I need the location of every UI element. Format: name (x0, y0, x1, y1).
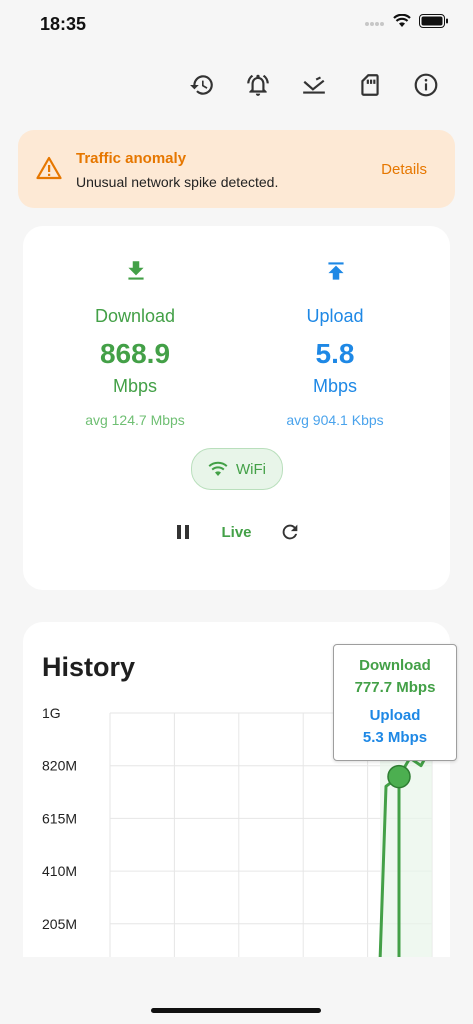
alert-message: Unusual network spike detected. (76, 174, 279, 190)
status-time: 18:35 (40, 14, 87, 34)
chart-tooltip: Download 777.7 Mbps Upload 5.3 Mbps (333, 644, 457, 761)
tooltip-upload-label: Upload (369, 707, 421, 724)
wifi-icon (208, 461, 228, 476)
upload-average: avg 904.1 Kbps (286, 412, 384, 428)
download-arrow-icon (123, 258, 149, 289)
alert-details-button[interactable]: Details (381, 161, 427, 178)
alert-title: Traffic anomaly (76, 150, 187, 167)
tooltip-download-value: 777.7 Mbps (354, 679, 436, 696)
download-unit: Mbps (112, 376, 157, 396)
pause-button[interactable] (171, 520, 195, 544)
refresh-icon (282, 524, 297, 540)
wifi-status-icon (393, 14, 411, 27)
y-tick-label: 615M (42, 810, 77, 826)
live-controls: Live (23, 520, 450, 544)
anomaly-alert-banner: Traffic anomaly Unusual network spike de… (18, 130, 455, 208)
download-average: avg 124.7 Mbps (85, 412, 185, 428)
status-icons (365, 14, 449, 28)
speed-card: Download 868.9 Mbps avg 124.7 Mbps Uploa… (23, 226, 450, 590)
refresh-button[interactable] (278, 520, 302, 544)
y-tick-label: 410M (42, 863, 77, 879)
connection-chip[interactable]: WiFi (191, 448, 283, 490)
selected-data-point (387, 764, 411, 789)
info-icon[interactable] (411, 70, 441, 100)
y-tick-label: 1G (42, 705, 61, 721)
network-check-icon[interactable] (299, 70, 329, 100)
signal-icon (365, 22, 384, 26)
history-icon[interactable] (187, 70, 217, 100)
home-indicator (151, 1008, 321, 1013)
upload-label: Upload (306, 306, 364, 326)
pause-icon (177, 525, 190, 539)
upload-unit: Mbps (312, 376, 357, 396)
alarm-icon[interactable] (243, 70, 273, 100)
connection-label: WiFi (236, 460, 266, 478)
download-label: Download (94, 306, 176, 326)
live-label: Live (221, 523, 252, 541)
warning-icon (36, 156, 62, 185)
y-tick-label: 205M (42, 916, 77, 932)
tooltip-upload-value: 5.3 Mbps (362, 729, 428, 746)
tooltip-download-label: Download (359, 657, 431, 674)
upload-arrow-icon (323, 258, 349, 289)
sd-card-icon[interactable] (355, 70, 385, 100)
toolbar (187, 70, 441, 100)
bottom-area (0, 957, 473, 1024)
battery-icon (419, 14, 448, 28)
upload-value: 5.8 (315, 338, 355, 369)
y-tick-label: 820M (42, 758, 77, 774)
download-value: 868.9 (99, 338, 171, 369)
